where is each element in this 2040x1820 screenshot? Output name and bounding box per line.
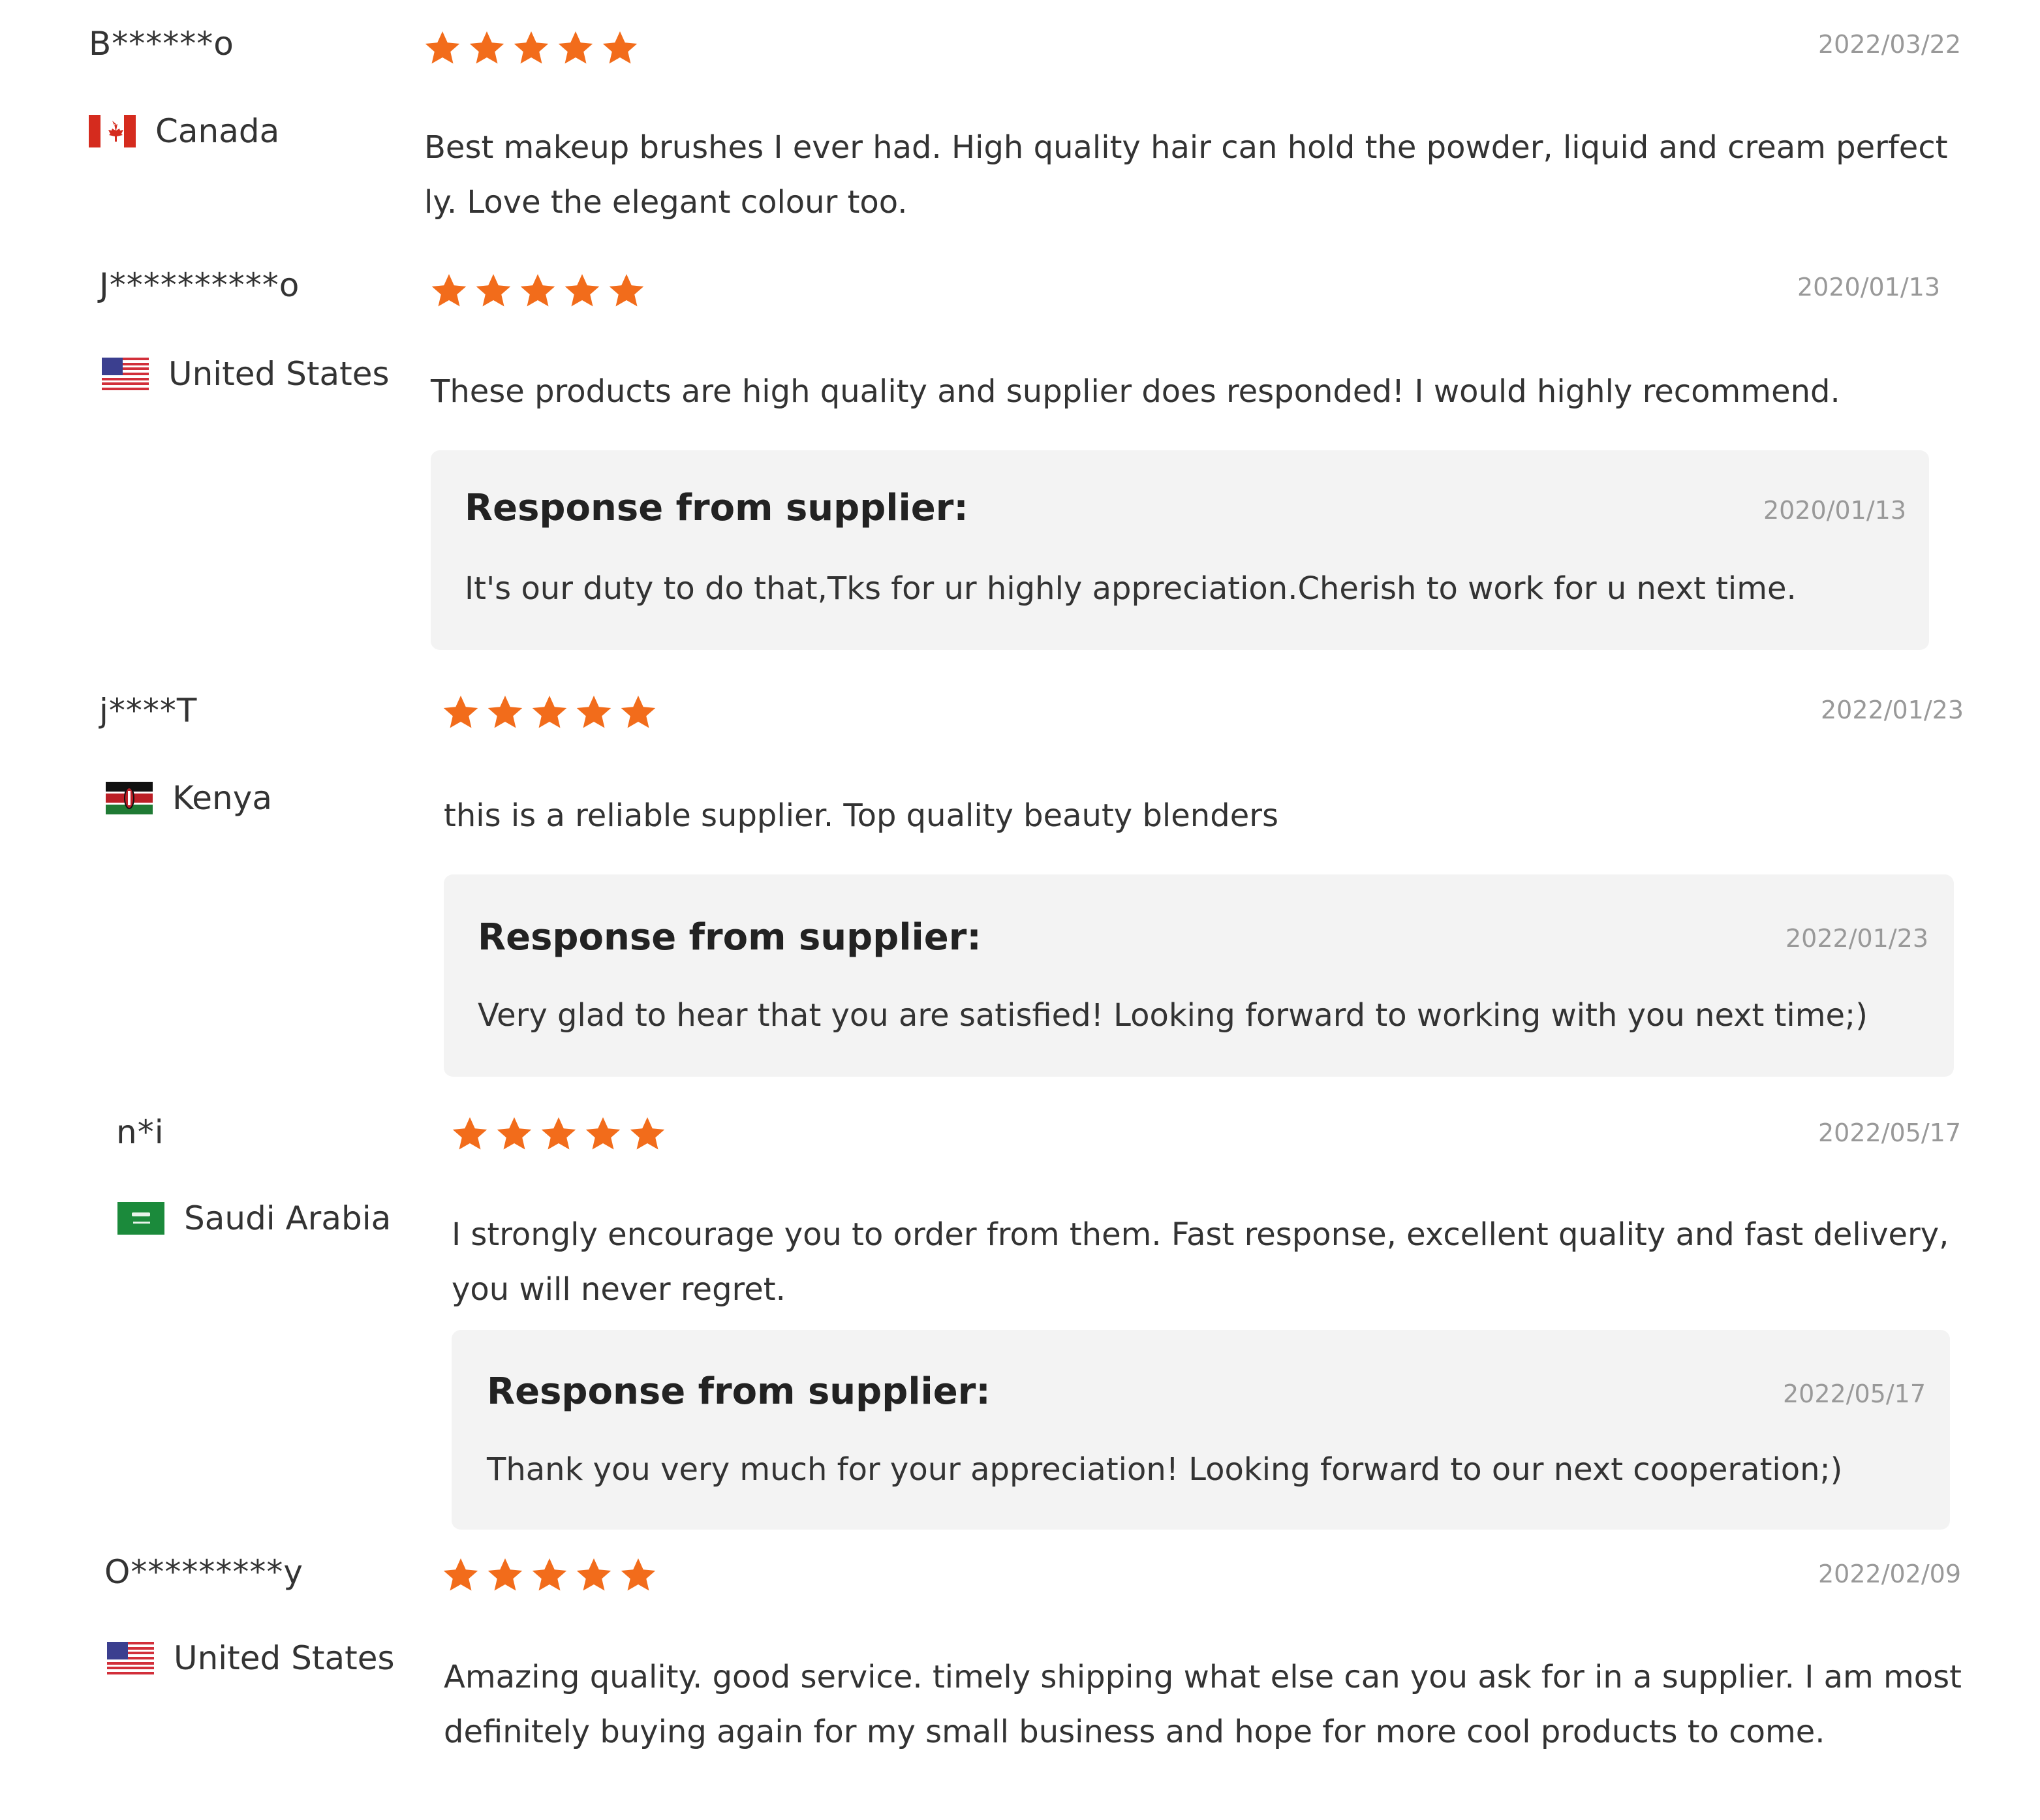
reviewer-country: Kenya bbox=[106, 779, 272, 817]
reviewer-country: United States bbox=[102, 355, 390, 393]
star-icon bbox=[450, 1115, 489, 1154]
star-icon bbox=[467, 29, 506, 68]
review-date: 2022/01/23 bbox=[1821, 696, 1964, 724]
kenya-flag-icon bbox=[106, 782, 153, 814]
star-icon bbox=[556, 29, 595, 68]
response-text: Thank you very much for your appreciatio… bbox=[487, 1451, 1843, 1488]
star-icon bbox=[530, 1556, 569, 1595]
reviewer-country: Saudi Arabia bbox=[117, 1199, 391, 1237]
response-date: 2020/01/13 bbox=[1763, 496, 1907, 525]
review-text: Best makeup brushes I ever had. High qua… bbox=[424, 129, 1948, 221]
star-icon bbox=[486, 1556, 525, 1595]
reviewer-name: j****T bbox=[99, 692, 198, 730]
reviewer-name: O*********y bbox=[104, 1553, 303, 1591]
star-icon bbox=[583, 1115, 623, 1154]
star-icon bbox=[512, 29, 551, 68]
star-rating bbox=[441, 1556, 658, 1595]
star-icon bbox=[574, 693, 613, 732]
response-text: Very glad to hear that you are satisfied… bbox=[478, 997, 1868, 1034]
star-rating bbox=[450, 1115, 667, 1154]
star-icon bbox=[574, 1556, 613, 1595]
reviews-page: { "colors": { "star": "#f26c1b", "date":… bbox=[0, 0, 2040, 1820]
star-icon bbox=[429, 271, 469, 311]
reviewer-name: n*i bbox=[116, 1113, 164, 1151]
review-date: 2022/05/17 bbox=[1818, 1118, 1962, 1147]
star-icon bbox=[441, 693, 480, 732]
review-date: 2022/02/09 bbox=[1818, 1560, 1962, 1588]
supplier-response: Response from supplier: 2020/01/13 It's … bbox=[431, 450, 1929, 650]
star-rating bbox=[429, 271, 646, 311]
response-date: 2022/01/23 bbox=[1785, 924, 1929, 953]
review-text: this is a reliable supplier. Top quality… bbox=[444, 797, 1278, 834]
star-icon bbox=[474, 271, 513, 311]
response-title: Response from supplier: bbox=[487, 1370, 991, 1413]
united-states-flag-icon bbox=[102, 358, 149, 390]
star-icon bbox=[619, 1556, 658, 1595]
reviewer-name: J**********o bbox=[99, 266, 300, 304]
star-rating bbox=[441, 693, 658, 732]
country-label: United States bbox=[174, 1639, 395, 1677]
review-text: Amazing quality. good service. timely sh… bbox=[444, 1659, 1962, 1750]
country-label: Kenya bbox=[172, 779, 272, 817]
star-icon bbox=[539, 1115, 578, 1154]
supplier-response: Response from supplier: 2022/05/17 Thank… bbox=[452, 1330, 1950, 1530]
star-icon bbox=[518, 271, 557, 311]
star-icon bbox=[495, 1115, 534, 1154]
star-rating bbox=[423, 29, 640, 68]
response-text: It's our duty to do that,Tks for ur high… bbox=[465, 570, 1797, 607]
review-date: 2022/03/22 bbox=[1818, 30, 1962, 59]
star-icon bbox=[628, 1115, 667, 1154]
response-date: 2022/05/17 bbox=[1783, 1380, 1926, 1408]
star-icon bbox=[530, 693, 569, 732]
review-date: 2020/01/13 bbox=[1797, 273, 1941, 301]
saudi-arabia-flag-icon bbox=[117, 1202, 164, 1235]
reviewer-country: Canada bbox=[89, 112, 279, 150]
country-label: Canada bbox=[155, 112, 280, 150]
star-icon bbox=[441, 1556, 480, 1595]
response-title: Response from supplier: bbox=[478, 916, 981, 959]
star-icon bbox=[486, 693, 525, 732]
star-icon bbox=[607, 271, 646, 311]
star-icon bbox=[600, 29, 640, 68]
review-text: These products are high quality and supp… bbox=[431, 373, 1840, 410]
review-text: I strongly encourage you to order from t… bbox=[452, 1216, 1949, 1308]
country-label: Saudi Arabia bbox=[184, 1199, 392, 1237]
united-states-flag-icon bbox=[107, 1642, 154, 1674]
supplier-response: Response from supplier: 2022/01/23 Very … bbox=[444, 874, 1954, 1077]
reviewer-name: B******o bbox=[89, 25, 234, 63]
star-icon bbox=[423, 29, 462, 68]
canada-flag-icon bbox=[89, 115, 136, 147]
star-icon bbox=[563, 271, 602, 311]
response-title: Response from supplier: bbox=[465, 487, 968, 529]
reviewer-country: United States bbox=[107, 1639, 395, 1677]
star-icon bbox=[619, 693, 658, 732]
country-label: United States bbox=[168, 355, 390, 393]
